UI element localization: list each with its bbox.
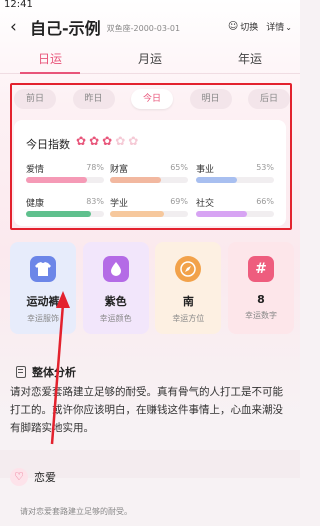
lucky-color-value: 紫色 <box>104 295 127 308</box>
shirt-icon <box>30 256 56 282</box>
lucky-color-label: 幸运颜色 <box>99 314 132 323</box>
analysis-text: 请对恋爱套路建立足够的耐受。真有骨气的人打工是不可能打工的。或许你应该明白，在赚… <box>10 386 283 434</box>
page-title: 自己-示例 <box>30 19 101 38</box>
tab-daily[interactable]: 日运 <box>0 44 100 74</box>
chevron-down-icon: ⌄ <box>285 23 292 32</box>
analysis-heading: 整体分析 <box>32 366 76 379</box>
back-icon[interactable]: ‹ <box>10 17 28 37</box>
tab-yearly[interactable]: 年运 <box>200 44 300 73</box>
detail-label: 详情 <box>266 23 285 33</box>
header: ‹ 自己-示例 双鱼座-2000-03-01 ☺ 切换 详情⌄ <box>0 12 300 42</box>
hash-icon: # <box>247 256 274 282</box>
lucky-color-tile[interactable]: 紫色 幸运颜色 <box>82 242 149 334</box>
detail-button[interactable]: 详情⌄ <box>266 20 292 33</box>
period-tabs: 日运 月运 年运 <box>0 44 300 74</box>
love-text: 请对恋爱套路建立足够的耐受。 <box>20 507 132 516</box>
lucky-clothing-label: 幸运服饰 <box>27 314 59 323</box>
compass-icon <box>175 256 202 282</box>
lucky-number-label: 幸运数字 <box>244 311 277 320</box>
drop-icon <box>102 256 129 282</box>
heart-icon: ♡ <box>10 468 28 486</box>
lucky-clothing-value: 运动裤 <box>26 295 60 308</box>
lucky-direction-value: 南 <box>182 295 194 308</box>
document-icon <box>16 366 26 378</box>
lucky-direction-tile[interactable]: 南 幸运方位 <box>155 242 222 334</box>
lucky-clothing-tile[interactable]: 运动裤 幸运服饰 <box>10 242 76 334</box>
love-header: ♡ 恋爱 <box>10 468 56 486</box>
header-actions: ☺ 切换 详情⌄ <box>228 20 292 33</box>
lucky-direction-label: 幸运方位 <box>172 314 205 323</box>
lucky-number-tile[interactable]: # 8 幸运数字 <box>227 242 294 334</box>
switch-button[interactable]: 切换 <box>240 20 258 33</box>
switch-user-icon[interactable]: ☺ <box>228 21 238 32</box>
tab-monthly[interactable]: 月运 <box>100 44 200 73</box>
page-subtitle: 双鱼座-2000-03-01 <box>106 24 181 33</box>
status-bar-time: 12:41 <box>4 0 33 10</box>
love-heading: 恋爱 <box>34 471 56 484</box>
lucky-number-value: 8 <box>257 293 265 306</box>
analysis-header: 整体分析 <box>16 364 76 380</box>
highlight-box <box>10 83 292 230</box>
lucky-tiles: 运动裤 幸运服饰 紫色 幸运颜色 南 幸运方位 # 8 幸运数字 <box>10 242 294 334</box>
